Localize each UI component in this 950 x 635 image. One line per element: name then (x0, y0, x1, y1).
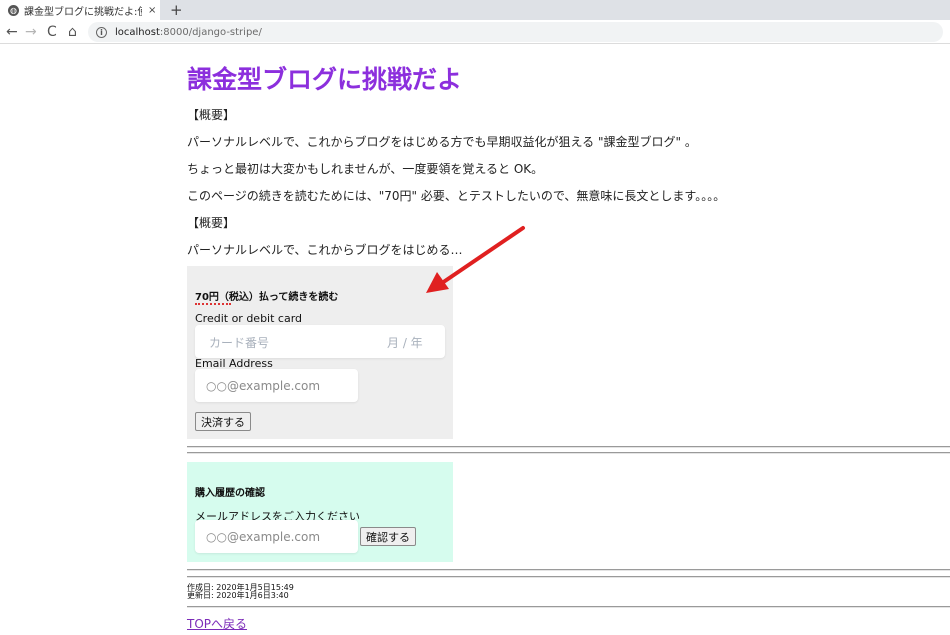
red-arrow-icon (426, 226, 525, 293)
back-button[interactable]: ← (6, 23, 18, 41)
browser-tab[interactable]: ◍ 課金型ブログに挑戦だよ:使 × (0, 0, 160, 20)
card-number-placeholder[interactable]: カード番号 (209, 334, 269, 351)
card-expiry-placeholder[interactable]: 月 / 年 (387, 334, 423, 351)
history-heading: 購入履歴の確認 (195, 488, 265, 499)
divider (187, 576, 950, 578)
tab-close-button[interactable]: × (148, 5, 156, 16)
card-element[interactable]: カード番号 月 / 年 (195, 325, 445, 358)
divider (187, 569, 950, 571)
payment-heading: 70円（税込）払って続きを読む (195, 292, 339, 303)
paragraph-text: パーソナルレベルで、これからブログをはじめる方でも早期収益化が狙える "課金型ブ… (187, 135, 697, 149)
divider (187, 452, 950, 454)
paragraph-text: このページの続きを読むためには、"70円" 必要、とテストしたいので、無意味に長… (187, 189, 726, 203)
url-host: localhost (115, 26, 160, 38)
url-path: :8000/django-stripe/ (159, 26, 262, 38)
payment-form: 70円（税込）払って続きを読む Credit or debit card カード… (187, 266, 453, 439)
updated-date: 更新日: 2020年1月6日3:40 (187, 591, 289, 600)
paragraph-excerpt: パーソナルレベルで、これからブログをはじめる… (187, 243, 463, 257)
globe-icon: ◍ (8, 4, 19, 16)
history-email-field[interactable] (195, 520, 358, 553)
paragraph-text: ちょっと最初は大変かもしれませんが、一度要領を覚えると OK。 (187, 162, 544, 176)
reload-button[interactable]: C (47, 23, 57, 41)
url-field[interactable]: i localhost :8000/django-stripe/ (88, 22, 943, 42)
info-icon[interactable]: i (96, 26, 107, 38)
summary-heading: 【概要】 (187, 108, 236, 122)
purchase-history-form: 購入履歴の確認 メールアドレスをご入力ください 確認する (187, 462, 453, 562)
divider (187, 606, 950, 608)
divider (187, 446, 950, 448)
tab-title: 課金型ブログに挑戦だよ:使 (24, 6, 142, 18)
page-title: 課金型ブログに挑戦だよ (187, 65, 463, 94)
browser-tab-bar: ◍ 課金型ブログに挑戦だよ:使 × + (0, 0, 950, 20)
post-dates: 作成日: 2020年1月5日15:49 更新日: 2020年1月6日3:40 (187, 584, 294, 600)
summary-heading: 【概要】 (187, 216, 236, 230)
home-button[interactable]: ⌂ (68, 23, 77, 41)
dotted-underline (195, 303, 231, 305)
forward-button[interactable]: → (25, 23, 37, 41)
confirm-button[interactable]: 確認する (360, 527, 416, 546)
new-tab-button[interactable]: + (170, 1, 183, 19)
top-link[interactable]: TOPへ戻る (187, 615, 247, 632)
pay-button[interactable]: 決済する (195, 412, 251, 431)
address-bar: ← → C ⌂ i localhost :8000/django-stripe/ (0, 20, 950, 44)
card-label: Credit or debit card (195, 312, 303, 325)
email-field[interactable] (195, 369, 358, 402)
